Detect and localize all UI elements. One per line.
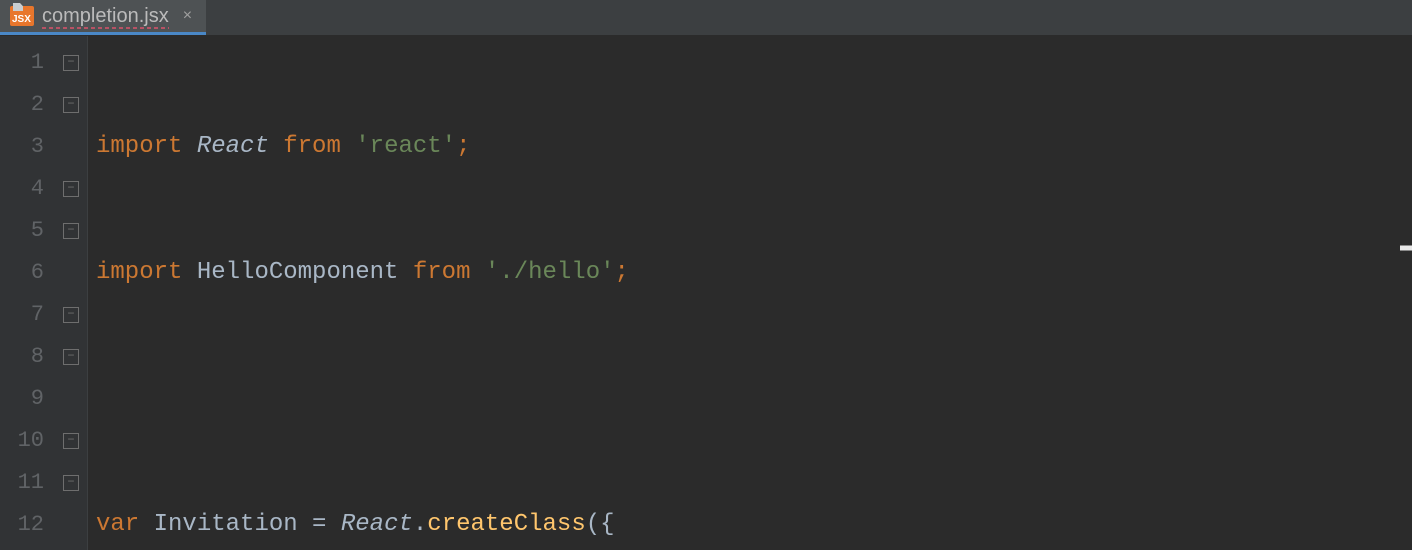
line-number: 12 — [0, 504, 44, 546]
close-icon[interactable]: × — [183, 7, 192, 25]
tab-completion-jsx[interactable]: JSX completion.jsx × — [0, 0, 206, 35]
line-number: 10 — [0, 420, 44, 462]
fold-gutter: − − − − − − − − — [58, 36, 88, 550]
fold-toggle[interactable]: − — [63, 433, 79, 449]
line-number: 3 — [0, 126, 44, 168]
token-keyword: import — [96, 133, 182, 160]
line-number: 6 — [0, 252, 44, 294]
token-semi: ; — [456, 133, 470, 160]
token-string: 'react' — [355, 133, 456, 160]
fold-toggle[interactable]: − — [63, 475, 79, 491]
line-number: 9 — [0, 378, 44, 420]
code-line[interactable]: import React from 'react'; — [88, 126, 1412, 168]
token-keyword: import — [96, 259, 182, 286]
tab-filename: completion.jsx — [42, 5, 169, 28]
line-number: 1 — [0, 42, 44, 84]
token-ident: React — [341, 511, 413, 538]
token-string: './hello' — [485, 259, 615, 286]
line-number: 5 — [0, 210, 44, 252]
fold-toggle[interactable]: − — [63, 97, 79, 113]
token-keyword: var — [96, 511, 139, 538]
line-number-gutter: 1 2 3 4 5 6 7 8 9 10 11 12 — [0, 36, 58, 550]
fold-toggle[interactable]: − — [63, 181, 79, 197]
line-number: 4 — [0, 168, 44, 210]
jsx-file-icon: JSX — [10, 6, 34, 26]
token-keyword: from — [413, 259, 471, 286]
tab-arrow-icon — [1312, 186, 1392, 226]
editor: 1 2 3 4 5 6 7 8 9 10 11 12 − − − − − − −… — [0, 36, 1412, 550]
code-area[interactable]: import React from 'react'; import HelloC… — [88, 36, 1412, 550]
token-brace: ({ — [586, 511, 615, 538]
token-ident: Invitation — [154, 511, 298, 538]
token-op: . — [413, 511, 427, 538]
token-fn: createClass — [427, 511, 585, 538]
fold-toggle[interactable]: − — [63, 349, 79, 365]
fold-toggle[interactable]: − — [63, 55, 79, 71]
token-ident: React — [197, 133, 269, 160]
code-line[interactable] — [88, 378, 1412, 420]
tab-bar: JSX completion.jsx × — [0, 0, 1412, 36]
token-keyword: from — [283, 133, 341, 160]
token-semi: ; — [615, 259, 629, 286]
code-line[interactable]: import HelloComponent from './hello'; — [88, 252, 1412, 294]
fold-toggle[interactable]: − — [63, 223, 79, 239]
token-ident: HelloComponent — [197, 259, 399, 286]
line-number: 2 — [0, 84, 44, 126]
fold-toggle[interactable]: − — [63, 307, 79, 323]
token-op: = — [298, 511, 341, 538]
code-line[interactable]: var Invitation = React.createClass({ — [88, 504, 1412, 546]
line-number: 7 — [0, 294, 44, 336]
line-number: 8 — [0, 336, 44, 378]
line-number: 11 — [0, 462, 44, 504]
